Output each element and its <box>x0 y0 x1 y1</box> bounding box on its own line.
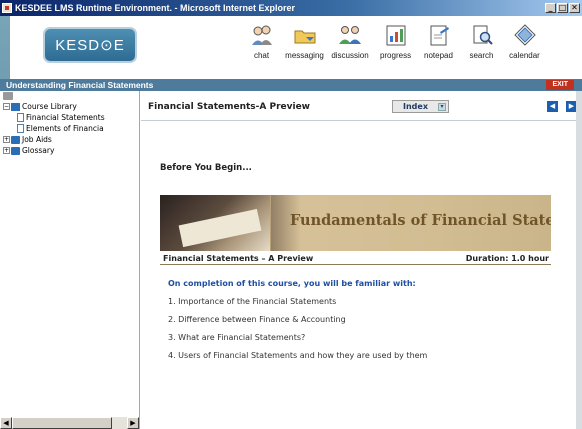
book-icon <box>11 135 20 144</box>
scroll-thumb[interactable] <box>12 417 112 429</box>
exit-button[interactable]: EXIT <box>546 80 574 90</box>
index-dropdown[interactable]: Index ▾ <box>392 100 449 113</box>
chat-icon <box>250 22 274 48</box>
page-icon <box>17 124 24 133</box>
course-duration: Duration: 1.0 hour <box>465 254 549 263</box>
index-label: Index <box>403 102 428 111</box>
course-banner: Fundamentals of Financial Statements <box>160 195 551 251</box>
messaging-icon <box>293 22 317 48</box>
logo-text: KESD⊙E <box>55 37 125 54</box>
tree-item-label: Course Library <box>22 102 77 111</box>
collapse-icon[interactable]: − <box>3 103 10 110</box>
scroll-track[interactable] <box>112 417 127 429</box>
chat-label: chat <box>253 51 270 60</box>
course-title-bar: Understanding Financial Statements EXIT <box>0 79 582 91</box>
calendar-label: calendar <box>509 51 540 60</box>
banner-paper-image <box>178 208 262 248</box>
course-name: Financial Statements – A Preview <box>163 254 314 263</box>
search-label: search <box>469 51 494 60</box>
minimize-button[interactable]: _ <box>545 3 556 13</box>
window-titlebar: KESDEE LMS Runtime Environment. - Micros… <box>0 0 582 16</box>
lms-header: KESD⊙E chat messaging discussion progres… <box>10 16 582 79</box>
messaging-label: messaging <box>285 51 324 60</box>
objectives-list: 1. Importance of the Financial Statement… <box>168 297 427 369</box>
list-item: 2. Difference between Finance & Accounti… <box>168 315 346 324</box>
lms-toolbar: chat messaging discussion progress notep… <box>240 22 546 60</box>
tree-item-elements[interactable]: Elements of Financia <box>3 123 105 134</box>
messaging-button[interactable]: messaging <box>283 22 326 60</box>
close-button[interactable]: ✕ <box>569 3 580 13</box>
tree-item-label: Financial Statements <box>26 113 105 122</box>
computer-icon <box>3 92 13 100</box>
banner-photo <box>160 195 270 251</box>
progress-button[interactable]: progress <box>374 22 417 60</box>
search-button[interactable]: search <box>460 22 503 60</box>
tree-item-job-aids[interactable]: + Job Aids <box>3 134 105 145</box>
banner-title: Fundamentals of Financial Statements <box>290 212 551 229</box>
tree-item-label: Glossary <box>22 146 55 155</box>
horizontal-scrollbar[interactable]: ◀ ▶ <box>0 417 139 429</box>
slide-title: Financial Statements-A Preview <box>148 102 310 112</box>
completion-heading: On completion of this course, you will b… <box>168 279 416 288</box>
notepad-button[interactable]: notepad <box>417 22 460 60</box>
discussion-label: discussion <box>331 51 369 60</box>
list-item: 3. What are Financial Statements? <box>168 333 306 342</box>
discussion-button[interactable]: discussion <box>326 22 374 60</box>
calendar-button[interactable]: calendar <box>503 22 546 60</box>
tree-item-glossary[interactable]: + Glossary <box>3 145 105 156</box>
ie-app-icon <box>2 3 12 13</box>
notepad-label: notepad <box>424 51 453 60</box>
tree-item-course-library[interactable]: − Course Library <box>3 101 105 112</box>
discussion-icon <box>338 22 362 48</box>
scroll-right-arrow-icon[interactable]: ▶ <box>127 417 139 429</box>
chat-button[interactable]: chat <box>240 22 283 60</box>
page-icon <box>17 113 24 122</box>
tree-item-label: Job Aids <box>22 135 52 144</box>
progress-label: progress <box>379 51 412 60</box>
content-header: Financial Statements-A Preview Index ▾ ◀… <box>141 91 582 121</box>
scroll-left-arrow-icon[interactable]: ◀ <box>0 417 12 429</box>
previous-page-button[interactable]: ◀ <box>547 101 558 112</box>
tree-item-financial-statements[interactable]: Financial Statements <box>3 112 105 123</box>
book-icon <box>11 146 20 155</box>
window-title: KESDEE LMS Runtime Environment. - Micros… <box>15 3 296 13</box>
banner-divider <box>270 195 271 251</box>
intro-heading: Before You Begin... <box>160 163 252 173</box>
course-info-row: Financial Statements – A Preview Duratio… <box>160 251 551 265</box>
notepad-icon <box>427 22 451 48</box>
maximize-button[interactable]: □ <box>557 3 568 13</box>
open-book-icon <box>11 102 20 111</box>
search-icon <box>470 22 494 48</box>
course-tree: − Course Library Financial Statements El… <box>3 101 105 156</box>
list-item: 4. Users of Financial Statements and how… <box>168 351 428 360</box>
expand-icon[interactable]: + <box>3 136 10 143</box>
calendar-icon <box>513 22 537 48</box>
course-title: Understanding Financial Statements <box>6 80 154 90</box>
progress-icon <box>384 22 408 48</box>
dropdown-arrow-icon[interactable]: ▾ <box>438 103 446 111</box>
list-item: 1. Importance of the Financial Statement… <box>168 297 337 306</box>
tree-item-label: Elements of Financia <box>26 124 104 133</box>
content-pane: Financial Statements-A Preview Index ▾ ◀… <box>141 91 582 429</box>
kesdee-logo: KESD⊙E <box>45 29 135 61</box>
window-right-edge <box>576 91 582 429</box>
course-tree-panel: − Course Library Financial Statements El… <box>0 91 140 429</box>
expand-icon[interactable]: + <box>3 147 10 154</box>
